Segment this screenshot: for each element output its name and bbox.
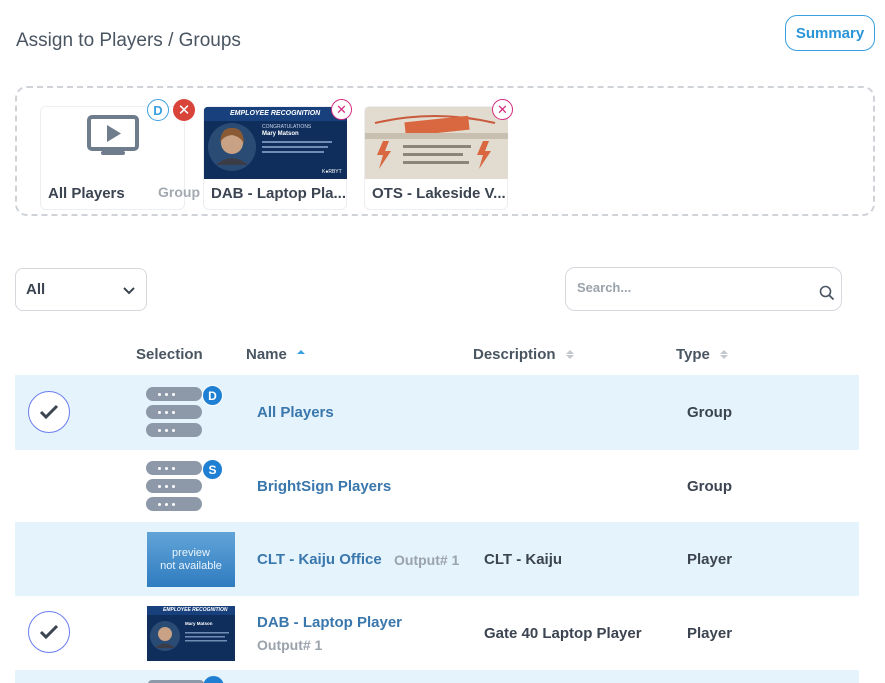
open-enrollment-thumbnail: [365, 107, 508, 179]
row-type: Player: [687, 625, 733, 642]
remove-ots-lakeside-button[interactable]: ✕: [492, 99, 513, 120]
thumb-title: EMPLOYEE RECOGNITION: [230, 110, 321, 117]
table-row[interactable]: D All Players Group: [15, 375, 859, 450]
thumb-name: Mary Matson: [185, 621, 213, 626]
search-box: [565, 267, 842, 311]
dynamic-badge: D: [147, 99, 169, 121]
assigned-card-ots-lakeside[interactable]: ✕ OTS - Lakeside V...: [364, 99, 513, 210]
filter-dropdown[interactable]: All: [15, 268, 147, 311]
employee-recognition-thumbnail: EMPLOYEE RECOGNITION CONGRATULATIONS Mar…: [204, 107, 347, 179]
preview-not-available-thumbnail: preview not available: [147, 532, 235, 587]
assigned-card-label: DAB - Laptop Pla...: [211, 185, 346, 202]
chevron-down-icon: [123, 287, 135, 295]
row-type: Group: [687, 404, 732, 421]
dynamic-badge: D: [202, 385, 223, 406]
row-checkbox-checked[interactable]: [28, 391, 70, 433]
open-enrollment-graphic: [365, 107, 508, 179]
column-header-name[interactable]: Name: [246, 346, 305, 363]
thumb-title: EMPLOYEE RECOGNITION: [163, 607, 228, 613]
assigned-card-dab-laptop[interactable]: EMPLOYEE RECOGNITION CONGRATULATIONS Mar…: [203, 99, 352, 210]
checkmark-icon: [39, 404, 59, 420]
summary-button[interactable]: Summary: [785, 15, 875, 51]
table-row[interactable]: [15, 670, 859, 683]
row-name-link[interactable]: BrightSign Players: [257, 478, 391, 495]
group-icon: D: [146, 385, 223, 441]
assigned-card-label: OTS - Lakeside V...: [372, 185, 506, 202]
row-output: Output# 1: [257, 637, 323, 653]
search-icon[interactable]: [819, 285, 835, 301]
column-header-label: Name: [246, 346, 287, 363]
column-header-label: Selection: [136, 346, 203, 363]
assigned-card-all-players[interactable]: D ✕ All Players Group: [40, 99, 200, 210]
table-row[interactable]: EMPLOYEE RECOGNITION Mary Matson DAB - L…: [15, 596, 859, 670]
assigned-card-label: All Players: [48, 185, 125, 202]
recognition-graphic: [147, 606, 235, 661]
sort-icon[interactable]: [296, 350, 305, 359]
row-type: Player: [687, 551, 733, 568]
page-title: Assign to Players / Groups: [16, 30, 241, 51]
column-header-selection: Selection: [136, 346, 203, 363]
assigned-card-tag: Group: [158, 184, 200, 200]
sort-icon[interactable]: [719, 350, 728, 359]
row-name-link[interactable]: All Players: [257, 404, 334, 421]
filter-selected-value: All: [26, 281, 46, 298]
tv-play-icon: [87, 115, 139, 155]
row-name-link[interactable]: DAB - Laptop Player: [257, 614, 402, 631]
search-input[interactable]: [577, 280, 797, 295]
column-header-label: Type: [676, 346, 710, 363]
column-header-type[interactable]: Type: [676, 346, 728, 363]
preview-text: preview: [172, 546, 210, 559]
thumb-name: Mary Matson: [262, 131, 299, 137]
remove-dab-laptop-button[interactable]: ✕: [331, 99, 352, 120]
row-output: Output# 1: [394, 552, 460, 568]
badge-icon: [203, 676, 224, 683]
row-description: CLT - Kaiju: [484, 551, 563, 568]
column-header-label: Description: [473, 346, 556, 363]
row-description: Gate 40 Laptop Player: [484, 625, 642, 642]
table-row[interactable]: S BrightSign Players Group: [15, 450, 859, 522]
preview-text: not available: [160, 559, 222, 572]
row-name-link[interactable]: CLT - Kaiju Office: [257, 551, 382, 568]
checkmark-icon: [39, 624, 59, 640]
assigned-items-area: D ✕ All Players Group EMPLOYEE RECOGNITI…: [15, 86, 875, 216]
sort-icon[interactable]: [565, 350, 574, 359]
table-row[interactable]: preview not available CLT - Kaiju Office…: [15, 522, 859, 596]
column-header-description[interactable]: Description: [473, 346, 574, 363]
thumb-brand: K●RBYT: [322, 169, 342, 175]
row-type: Group: [687, 478, 732, 495]
group-icon: S: [146, 459, 223, 515]
employee-recognition-thumbnail: EMPLOYEE RECOGNITION Mary Matson: [147, 606, 235, 661]
remove-all-players-button[interactable]: ✕: [173, 99, 195, 121]
static-badge: S: [202, 459, 223, 480]
row-checkbox-checked[interactable]: [28, 611, 70, 653]
thumb-sub: CONGRATULATIONS: [262, 124, 312, 130]
